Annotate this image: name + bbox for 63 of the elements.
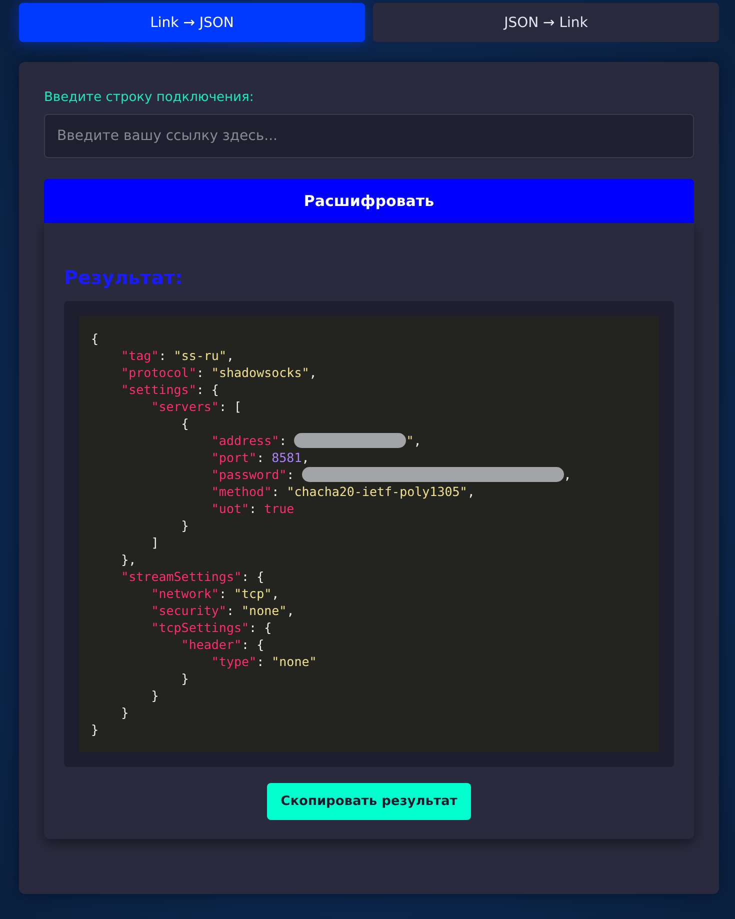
json-key: "settings" (121, 382, 196, 397)
json-key: "method" (211, 484, 272, 499)
json-punctuation: { (181, 416, 189, 431)
json-punctuation: ] (151, 535, 159, 550)
json-key: "address" (211, 433, 280, 448)
json-number: 8581 (272, 450, 302, 465)
result-title: Результат: (64, 267, 184, 289)
input-label: Введите строку подключения: (44, 90, 255, 105)
decode-button[interactable]: Расшифровать (44, 179, 694, 223)
json-punctuation: , (564, 467, 572, 482)
json-key: "streamSettings" (121, 569, 242, 584)
json-string: "shadowsocks" (211, 365, 310, 380)
json-punctuation: : { (196, 382, 219, 397)
json-key: "protocol" (121, 365, 196, 380)
json-key: "tag" (121, 348, 159, 363)
json-key: "servers" (151, 399, 219, 414)
json-punctuation: : { (242, 569, 264, 584)
json-punctuation: : (286, 467, 296, 482)
json-punctuation: , (302, 450, 310, 465)
json-punctuation: } (181, 671, 189, 686)
json-punctuation: : (196, 365, 205, 380)
json-string: "ss-ru" (174, 348, 226, 363)
json-punctuation: : (226, 603, 235, 618)
json-key: "network" (151, 586, 219, 601)
json-punctuation: } (181, 518, 189, 533)
json-key: "security" (151, 603, 226, 618)
link-input-field[interactable]: Введите вашу ссылку здесь... (44, 114, 694, 158)
json-key: "tcpSettings" (151, 620, 250, 635)
json-punctuation: , (309, 365, 317, 380)
json-punctuation: : (256, 450, 266, 465)
json-punctuation: , (286, 603, 294, 618)
mode-tab[interactable]: Link → JSON (19, 3, 365, 42)
json-punctuation: , (272, 586, 280, 601)
copy-result-button[interactable]: Скопировать результат (266, 783, 472, 820)
json-punctuation: , (414, 433, 422, 448)
json-string: " (406, 433, 414, 448)
json-punctuation: : (256, 654, 266, 669)
json-literal: true (264, 501, 294, 516)
json-punctuation: : (249, 501, 258, 516)
json-key: "uot" (211, 501, 250, 516)
json-string: "none" (242, 603, 287, 618)
mode-tab[interactable]: JSON → Link (373, 3, 719, 42)
json-punctuation: : (279, 433, 288, 448)
json-key: "password" (211, 467, 287, 482)
json-punctuation: } (91, 722, 99, 737)
json-punctuation: : (218, 586, 228, 601)
json-punctuation: }, (121, 552, 136, 567)
json-punctuation: : [ (218, 399, 242, 414)
json-punctuation: : { (242, 637, 264, 652)
json-punctuation: : { (249, 620, 272, 635)
json-key: "header" (181, 637, 242, 652)
json-punctuation: , (467, 484, 475, 499)
json-punctuation: } (121, 705, 129, 720)
json-string: "none" (272, 654, 317, 669)
json-punctuation: } (151, 688, 159, 703)
json-punctuation: : (158, 348, 168, 363)
json-string: "tcp" (234, 586, 272, 601)
json-key: "type" (211, 654, 257, 669)
json-key: "port" (211, 450, 257, 465)
json-string: "chacha20-ietf-poly1305" (286, 484, 468, 499)
json-punctuation: , (226, 348, 234, 363)
json-punctuation: : (272, 484, 280, 499)
json-punctuation: { (91, 331, 99, 346)
